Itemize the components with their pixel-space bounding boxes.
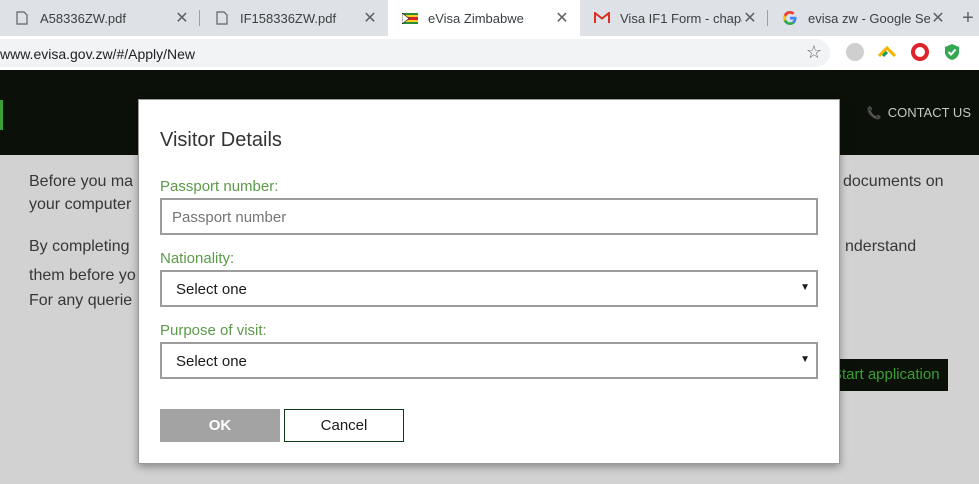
tab-if158336zw-pdf[interactable]: IF158336ZW.pdf ✕ [200,0,388,36]
tab-evisa-zimbabwe[interactable]: eVisa Zimbabwe ✕ [388,0,580,36]
tab-title: evisa zw - Google Search [808,10,930,26]
tab-title: eVisa Zimbabwe [428,10,524,26]
close-icon[interactable]: ✕ [362,8,378,28]
document-icon [14,10,30,26]
new-tab-button[interactable]: + [957,6,979,30]
visitor-details-dialog: Visitor Details Passport number: Passpor… [138,99,840,464]
bookmark-star-icon[interactable]: ☆ [806,42,822,63]
extension-drive-icon[interactable] [877,43,897,61]
cancel-button[interactable]: Cancel [284,409,404,442]
passport-number-label: Passport number: [160,178,279,195]
tab-title: IF158336ZW.pdf [240,10,337,26]
dropdown-caret-icon: ▼ [800,354,810,365]
purpose-selected-value: Select one [176,353,247,370]
close-icon[interactable]: ✕ [930,8,946,28]
browser-tab-strip: A58336ZW.pdf ✕ IF158336ZW.pdf ✕ eVisa Zi… [0,0,979,36]
tab-visa-if1-form[interactable]: Visa IF1 Form - chaparal ✕ [580,0,768,36]
nationality-selected-value: Select one [176,281,247,298]
passport-number-input[interactable]: Passport number [160,198,818,235]
close-icon[interactable]: ✕ [174,8,190,28]
close-icon[interactable]: ✕ [742,8,758,28]
google-icon [782,10,798,26]
purpose-of-visit-select[interactable]: Select one ▼ [160,342,818,379]
tab-title: A58336ZW.pdf [40,10,126,26]
passport-number-placeholder: Passport number [172,209,287,226]
address-bar[interactable]: www.evisa.gov.zw/#/Apply/New ☆ [0,39,830,67]
browser-toolbar: www.evisa.gov.zw/#/Apply/New ☆ [0,36,979,70]
close-icon[interactable]: ✕ [554,8,570,28]
zimbabwe-flag-icon [402,10,418,26]
dialog-title: Visitor Details [160,129,282,151]
nationality-select[interactable]: Select one ▼ [160,270,818,307]
extension-grey-icon[interactable] [846,43,864,61]
document-icon [214,10,230,26]
tab-title: Visa IF1 Form - chaparal [620,10,742,26]
tab-google-search[interactable]: evisa zw - Google Search ✕ [768,0,956,36]
shield-check-icon[interactable] [943,43,961,61]
purpose-of-visit-label: Purpose of visit: [160,322,267,339]
dropdown-caret-icon: ▼ [800,282,810,293]
ok-button[interactable]: OK [160,409,280,442]
url-text[interactable]: www.evisa.gov.zw/#/Apply/New [0,46,195,62]
gmail-icon [594,10,610,26]
opera-icon[interactable] [911,43,929,61]
tab-a58336zw-pdf[interactable]: A58336ZW.pdf ✕ [0,0,200,36]
nationality-label: Nationality: [160,250,235,267]
